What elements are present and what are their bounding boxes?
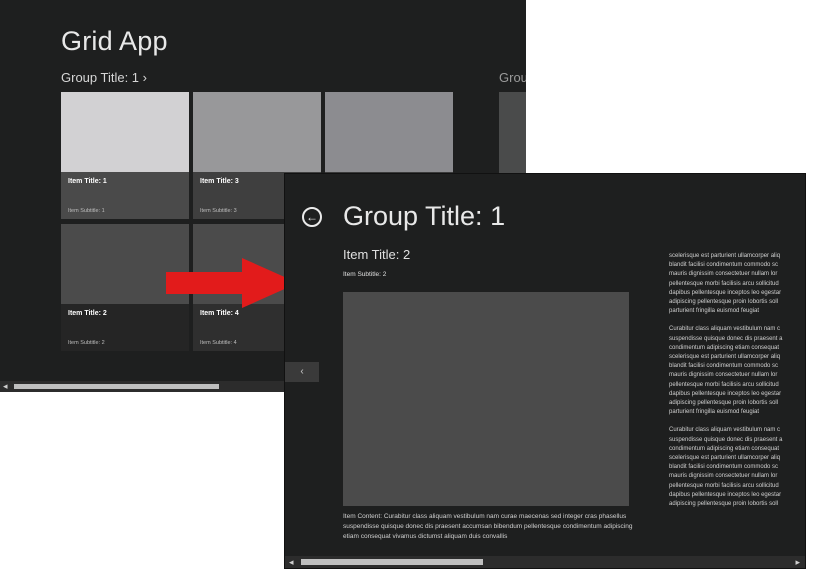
scrollbar-thumb[interactable] [14,384,219,389]
item-title: Item Title: 2 [343,247,411,262]
tile-image [61,92,189,172]
app-title: Grid App [61,26,168,56]
tile-image [193,92,321,172]
tile-image [325,92,453,172]
scroll-right-icon[interactable]: ▸ [795,556,800,568]
scroll-left-icon[interactable]: ◂ [3,381,8,392]
tile-title: Item Title: 4 [200,310,239,317]
scrollbar-thumb[interactable] [301,559,483,565]
tile-title: Item Title: 2 [68,310,107,317]
scroll-left-icon[interactable]: ◂ [289,556,294,568]
group-header-link[interactable]: Group Title: 1 › [61,70,147,85]
flip-previous-button[interactable]: ‹ [285,362,319,382]
tile-subtitle: Item Subtitle: 4 [200,340,237,346]
tile-subtitle: Item Subtitle: 2 [68,340,105,346]
red-arrow-icon [166,258,298,308]
page-title: Group Title: 1 [343,201,506,231]
tile-title: Item Title: 1 [68,178,107,185]
grid-tile-item-1[interactable]: Item Title: 1 Item Subtitle: 1 [61,92,189,219]
content-paragraph: Curabitur class aliquam vestibulum nam c… [669,326,783,416]
group-header-link-2[interactable]: Grou [499,70,526,85]
item-detail-window: ← Group Title: 1 Item Title: 2 Item Subt… [284,173,806,569]
tile-caption: Item Title: 2 Item Subtitle: 2 [61,304,189,351]
item-content: Item Content: Curabitur class aliquam ve… [343,513,633,540]
item-image [343,292,629,506]
content-paragraph: Curabitur class aliquam vestibulum nam c… [669,427,783,508]
back-arrow-icon: ← [306,210,318,224]
horizontal-scrollbar[interactable]: ◂ ▸ [285,556,805,568]
back-button[interactable]: ← [302,207,322,227]
chevron-left-icon: ‹ [300,366,304,377]
tile-caption: Item Title: 1 Item Subtitle: 1 [61,172,189,219]
item-subtitle: Item Subtitle: 2 [343,271,387,278]
tile-title: Item Title: 3 [200,178,239,185]
tile-subtitle: Item Subtitle: 3 [200,208,237,214]
tile-subtitle: Item Subtitle: 1 [68,208,105,214]
item-content-columns: scelerisque est parturient ullamcorper a… [669,252,805,518]
content-paragraph: scelerisque est parturient ullamcorper a… [669,253,782,315]
